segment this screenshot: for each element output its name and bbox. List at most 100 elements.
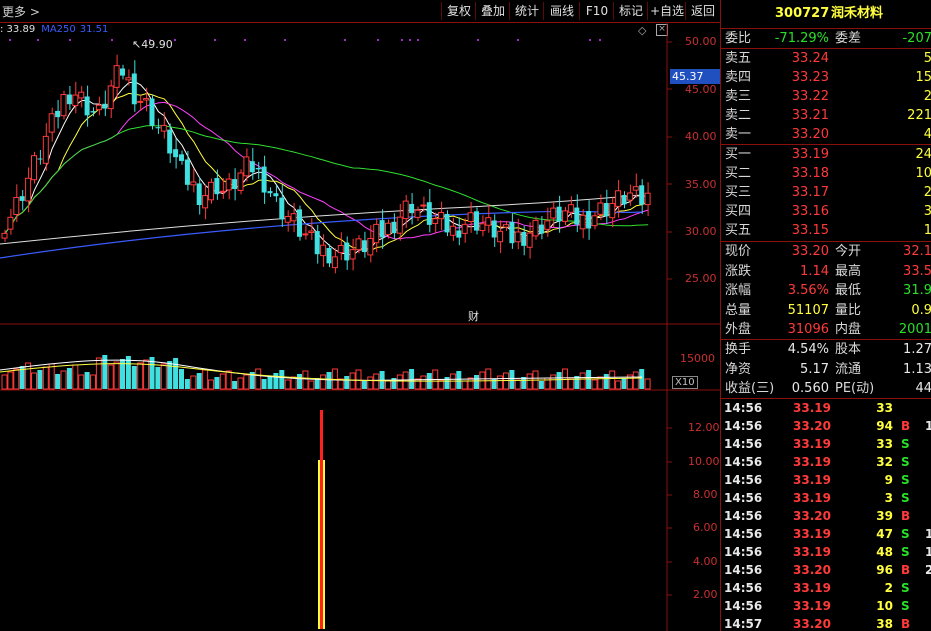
candle-body [137, 100, 144, 103]
tick-row[interactable]: 14:56 33.19 47 S 1 [721, 525, 931, 543]
stat-value: 32.1 [903, 244, 931, 259]
candle-body [219, 190, 226, 193]
candle-body [509, 221, 515, 244]
volume-bar [444, 377, 450, 389]
volume-bar [609, 370, 616, 390]
candle-body [102, 103, 108, 109]
candle-body [214, 178, 220, 195]
tick-row[interactable]: 14:56 33.20 39 B [721, 507, 931, 525]
tick-time: 14:57 [724, 617, 763, 631]
candle-body [574, 207, 580, 225]
tick-row[interactable]: 14:56 33.19 33 S [721, 435, 931, 453]
tick-direction: S [901, 527, 910, 541]
volume-bar [131, 366, 137, 389]
candle-body [190, 181, 197, 186]
volume-bar [591, 379, 598, 390]
tick-row[interactable]: 14:56 33.19 2 S [721, 579, 931, 597]
diff-value: -207 [902, 31, 931, 46]
tick-row[interactable]: 14:56 33.19 3 S [721, 489, 931, 507]
volume-bar [167, 361, 173, 389]
ask-level-row: 卖三 33.22 2 [721, 87, 931, 106]
current-price-marker: 45.37 [670, 69, 720, 84]
stat-value: 31.9 [903, 283, 931, 298]
stat-label: 内盘 [835, 322, 862, 337]
candle-body [391, 221, 397, 234]
volume-bar [349, 372, 356, 390]
candle-body [179, 154, 184, 161]
quote-stat-row: 换手 4.54% 股本 1.27 [721, 340, 931, 359]
tick-row[interactable]: 14:56 33.19 48 S 1 [721, 543, 931, 561]
bid-level-row: 买五 33.15 1 [721, 221, 931, 240]
quote-stat-row: 涨幅 3.56% 最低 31.9 [721, 281, 931, 300]
candle-body [550, 207, 557, 219]
candle-body [526, 232, 533, 248]
volume-bar [160, 363, 167, 390]
candle-body [243, 156, 250, 177]
stock-code[interactable]: 300727 [775, 0, 829, 28]
volume-bar [243, 374, 250, 390]
candle-body [25, 177, 32, 202]
tick-volume: 33 [876, 401, 893, 415]
tick-row[interactable]: 14:56 33.19 10 S [721, 597, 931, 615]
indicator-tick: 12.00 [688, 421, 720, 434]
tick-direction: S [901, 545, 910, 559]
volume-bar [225, 370, 232, 390]
tick-volume: 94 [876, 419, 893, 433]
stat-label: PE(动) [835, 381, 875, 396]
candle-body [586, 211, 592, 229]
volume-bar [237, 377, 244, 390]
candle-body [449, 225, 456, 236]
tick-price: 33.19 [793, 401, 831, 415]
candle-body [297, 209, 302, 237]
candle-body [7, 216, 14, 230]
candle-body [90, 111, 96, 113]
candle-body [84, 96, 90, 116]
candle-body [385, 222, 391, 236]
tick-time: 14:56 [724, 563, 763, 577]
candle-body [107, 85, 114, 110]
candle-body [255, 168, 261, 170]
tick-row[interactable]: 14:56 33.20 94 B 1 [721, 417, 931, 435]
stat-label: 现价 [725, 244, 752, 259]
tick-row[interactable]: 14:56 33.19 32 S [721, 453, 931, 471]
price-tick: 25.00 [685, 272, 717, 285]
stat-value: 51107 [787, 302, 829, 318]
quote-stat-row: 净资 5.17 流通 1.13 [721, 360, 931, 379]
candle-body [72, 94, 79, 107]
volume-bar [48, 363, 55, 390]
candle-body [521, 231, 527, 246]
volume-bar [621, 378, 627, 389]
signal-dot [599, 39, 601, 41]
bid-volume: 2 [923, 185, 931, 200]
stock-name[interactable]: 润禾材料 [831, 0, 883, 28]
volume-bar [284, 379, 291, 390]
stat-value: 2001 [898, 322, 931, 337]
candle-body [349, 249, 356, 260]
candle-body [308, 230, 315, 234]
tick-row[interactable]: 14:56 33.19 9 S [721, 471, 931, 489]
candle-body [208, 181, 214, 201]
tick-time: 14:56 [724, 527, 763, 541]
bid-price: 33.19 [791, 147, 829, 162]
stat-label: 最低 [835, 283, 862, 298]
candle-body [438, 212, 445, 220]
candle-body [196, 183, 202, 206]
tick-price: 33.20 [793, 563, 831, 577]
kline-chart[interactable] [0, 0, 720, 631]
candle-body [461, 223, 468, 234]
tick-price: 33.19 [793, 473, 831, 487]
tick-volume: 38 [876, 617, 893, 631]
volume-bar [385, 380, 391, 390]
candle-body [331, 256, 338, 269]
tick-row[interactable]: 14:57 33.20 38 B [721, 615, 931, 631]
candle-body [544, 220, 551, 230]
tick-row[interactable]: 14:56 33.20 96 B 2 [721, 561, 931, 579]
volume-bar [72, 364, 79, 390]
tick-direction: S [901, 455, 910, 469]
candle-body [78, 91, 85, 99]
candle-body [367, 237, 374, 256]
candle-body [320, 244, 327, 257]
finance-event-marker[interactable]: 财 [468, 308, 479, 324]
tick-row[interactable]: 14:56 33.19 33 [721, 399, 931, 417]
signal-dot [477, 39, 479, 41]
